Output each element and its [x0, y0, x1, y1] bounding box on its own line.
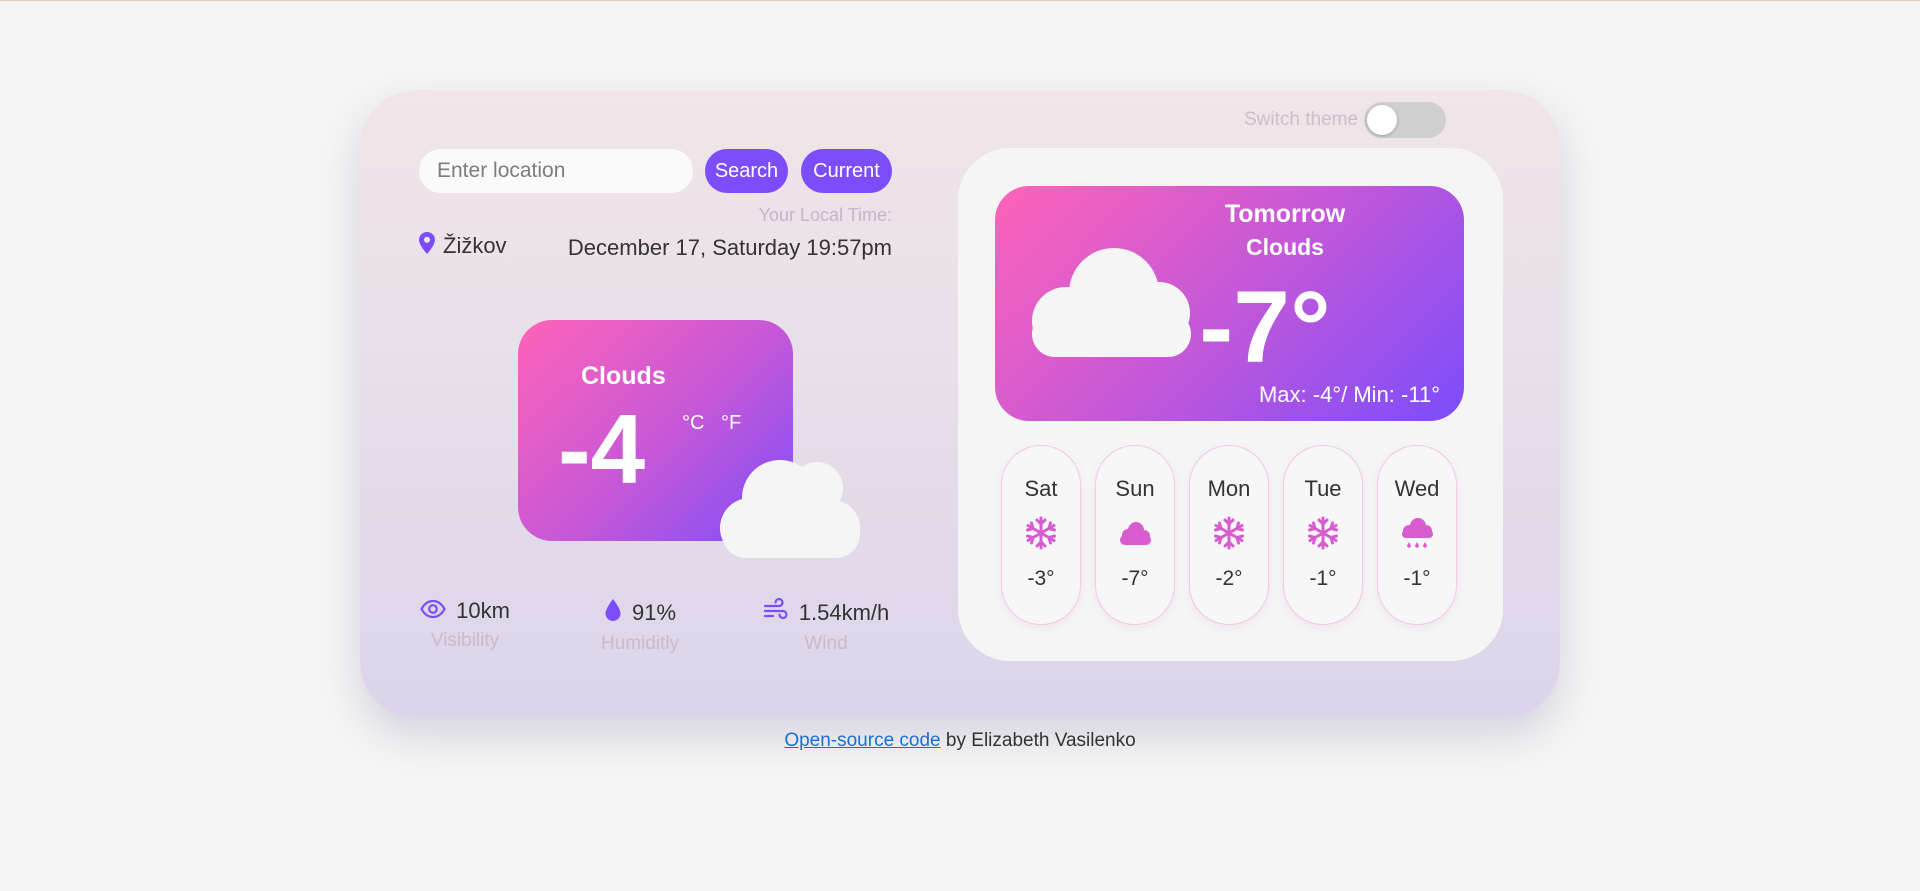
- footer: Open-source code by Elizabeth Vasilenko: [0, 730, 1920, 752]
- humidity-stat: 91% Humiditly: [595, 598, 685, 655]
- current-description: Clouds: [581, 362, 666, 390]
- snowflake-icon: [1190, 516, 1268, 550]
- rain-cloud-icon: [1378, 516, 1456, 552]
- location-display: Žižkov: [419, 232, 507, 259]
- open-source-link[interactable]: Open-source code: [784, 730, 940, 751]
- snowflake-icon: [1002, 516, 1080, 550]
- visibility-stat: 10km Visibility: [419, 598, 511, 652]
- theme-switcher: Switch theme: [1244, 102, 1447, 138]
- visibility-value: 10km: [456, 598, 510, 623]
- tomorrow-description-text: Clouds: [1246, 234, 1324, 260]
- weather-app-card: Switch theme Search Current Your Local T…: [360, 90, 1560, 718]
- current-temperature: -4: [558, 394, 646, 504]
- location-search-input[interactable]: [419, 149, 693, 193]
- location-name: Žižkov: [443, 232, 507, 258]
- forecast-day-card: Sun -7°: [1095, 445, 1175, 625]
- weather-stats: 10km Visibility 91% Humiditly 1.54km/h W…: [419, 597, 893, 658]
- search-button[interactable]: Search: [705, 149, 788, 193]
- tomorrow-title-text: Tomorrow: [1224, 200, 1346, 228]
- day-name: Sat: [1024, 476, 1058, 501]
- humidity-label: Humiditly: [600, 633, 680, 654]
- cloud-icon: [712, 450, 864, 565]
- forecast-day-card: Sat -3°: [1001, 445, 1081, 625]
- footer-author: by Elizabeth Vasilenko: [940, 730, 1136, 751]
- current-location-button[interactable]: Current: [801, 149, 892, 193]
- top-border-line: [0, 0, 1920, 1]
- forecast-day-card: Mon -2°: [1189, 445, 1269, 625]
- humidity-value: 91%: [631, 599, 677, 625]
- day-temperature: -7°: [1121, 567, 1149, 590]
- forecast-day-card: Tue -1°: [1283, 445, 1363, 625]
- droplet-icon: [604, 598, 622, 627]
- local-time-label: Your Local Time:: [758, 205, 892, 225]
- wind-icon: [763, 597, 789, 627]
- wind-stat: 1.54km/h Wind: [759, 597, 893, 655]
- day-name: Sun: [1115, 476, 1155, 501]
- day-name: Mon: [1207, 476, 1251, 501]
- day-name: Tue: [1304, 476, 1342, 501]
- day-temperature: -3°: [1027, 567, 1055, 590]
- day-name: Wed: [1394, 476, 1440, 501]
- local-datetime: December 17, Saturday 19:57pm: [567, 235, 892, 260]
- snowflake-icon: [1284, 516, 1362, 550]
- cloud-icon: [1096, 516, 1174, 550]
- wind-value: 1.54km/h: [798, 599, 890, 625]
- wind-label: Wind: [804, 633, 848, 654]
- tomorrow-range: Max: -4°/ Min: -11°: [1258, 382, 1440, 407]
- map-pin-icon: [419, 232, 435, 259]
- eye-icon: [420, 599, 446, 624]
- theme-label: Switch theme: [1244, 109, 1359, 130]
- tomorrow-card: Tomorrow Clouds -7° Max: -4°/ Min: -11°: [995, 186, 1464, 421]
- celsius-toggle[interactable]: °C: [682, 412, 704, 435]
- cloud-icon: [1029, 241, 1194, 366]
- day-temperature: -1°: [1403, 567, 1431, 590]
- day-temperature: -2°: [1215, 567, 1243, 590]
- fahrenheit-toggle[interactable]: °F: [721, 412, 741, 435]
- forecast-panel: Tomorrow Clouds -7° Max: -4°/ Min: -11° …: [958, 148, 1503, 661]
- visibility-label: Visibility: [430, 630, 500, 651]
- toggle-knob[interactable]: [1367, 105, 1398, 135]
- theme-toggle[interactable]: [1364, 102, 1447, 138]
- day-temperature: -1°: [1309, 567, 1337, 590]
- tomorrow-temperature-text: -7°: [1199, 270, 1331, 384]
- forecast-day-card: Wed -1°: [1377, 445, 1457, 625]
- daily-forecast: Sat -3° Sun -7° Mon -2° Tue -1° Wed -1°: [1001, 445, 1461, 625]
